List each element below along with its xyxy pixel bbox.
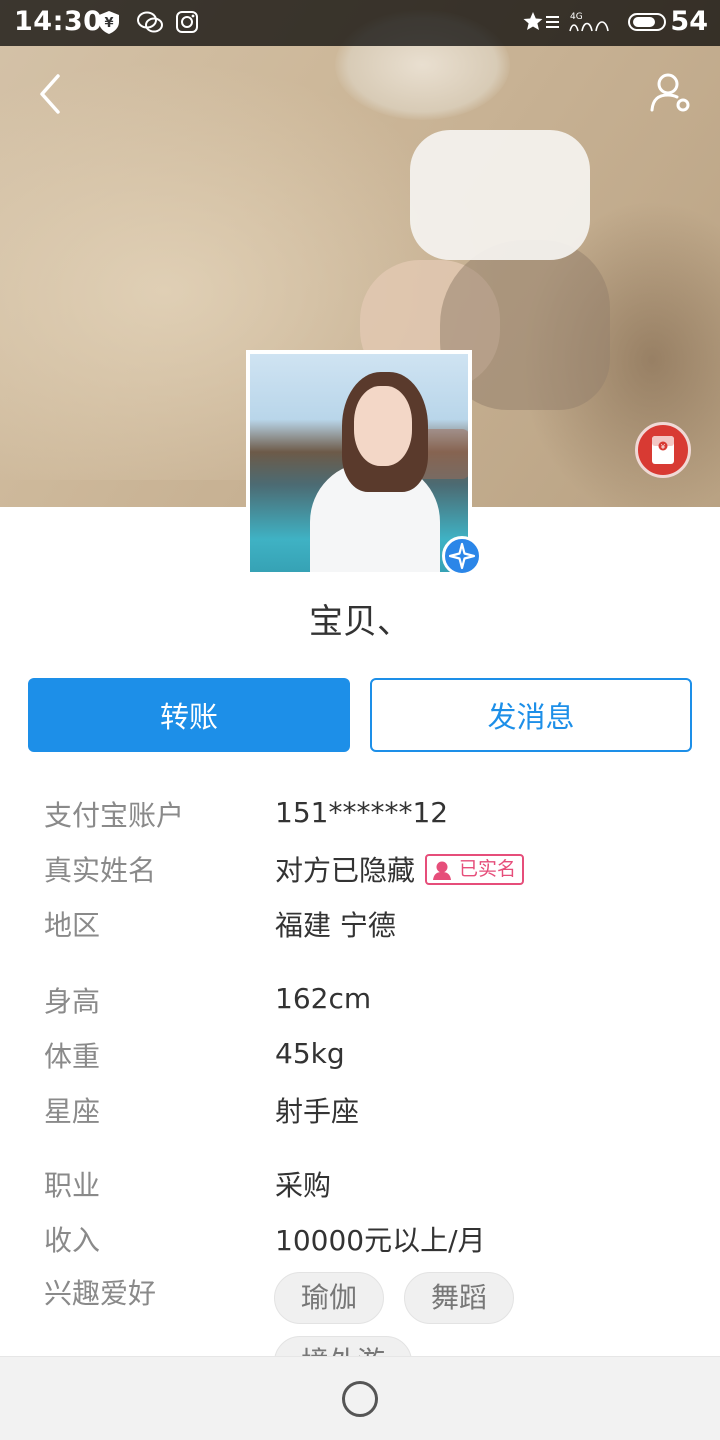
- home-circle-icon[interactable]: [342, 1381, 378, 1417]
- battery-level: 54: [670, 6, 708, 37]
- zodiac-label: 星座: [44, 1095, 101, 1128]
- back-button[interactable]: [30, 66, 70, 122]
- job-value: 采购: [275, 1169, 332, 1202]
- realname-badge: 已实名: [425, 854, 525, 885]
- instagram-icon: [174, 9, 200, 35]
- height-label: 身高: [44, 985, 101, 1018]
- send-message-button[interactable]: 发消息: [370, 678, 692, 752]
- region-value: 福建 宁德: [275, 909, 396, 942]
- status-time: 14:30: [14, 6, 103, 37]
- signal-4g-icon: 4G: [566, 9, 612, 35]
- profile-name: 宝贝、: [309, 602, 411, 642]
- hobby-chip[interactable]: 舞蹈: [404, 1272, 515, 1324]
- job-label: 职业: [44, 1169, 101, 1202]
- transfer-button[interactable]: 转账: [28, 678, 350, 752]
- red-packet-button[interactable]: ¥: [635, 422, 691, 478]
- star-notification-icon: [522, 9, 562, 35]
- red-packet-icon: ¥: [652, 436, 674, 464]
- region-label: 地区: [44, 909, 101, 942]
- realname-badge-text: 已实名: [459, 858, 517, 880]
- height-value: 162cm: [275, 982, 372, 1015]
- profile-screen: 14:30 ¥ 4G 54 ¥ 宝贝、 转账 发消息 支付宝账户 151****…: [0, 0, 720, 1440]
- bottom-nav-bar: [0, 1356, 720, 1440]
- svg-text:¥: ¥: [661, 443, 666, 451]
- chevron-left-icon: [40, 74, 60, 114]
- avatar[interactable]: [246, 350, 472, 576]
- wechat-icon: [136, 9, 163, 35]
- avatar-image: [250, 354, 468, 572]
- weight-value: 45kg: [275, 1037, 345, 1070]
- person-icon: [433, 861, 451, 880]
- shield-yen-icon: ¥: [96, 9, 122, 35]
- verified-badge-icon: [442, 536, 482, 576]
- status-bar: 14:30 ¥ 4G 54: [0, 0, 720, 46]
- zodiac-value: 射手座: [275, 1095, 360, 1128]
- svg-text:¥: ¥: [104, 16, 113, 31]
- battery-icon: [628, 13, 666, 31]
- weight-label: 体重: [44, 1040, 101, 1073]
- account-label: 支付宝账户: [44, 799, 185, 832]
- user-settings-icon: [650, 73, 690, 112]
- account-value[interactable]: 151******12: [275, 796, 448, 829]
- hobby-chip[interactable]: 瑜伽: [274, 1272, 385, 1324]
- profile-settings-button[interactable]: [648, 68, 696, 116]
- realname-value: 对方已隐藏: [275, 854, 416, 887]
- income-value: 10000元以上/月: [275, 1224, 486, 1257]
- hobbies-label: 兴趣爱好: [44, 1277, 157, 1310]
- network-label: 4G: [570, 12, 583, 22]
- realname-label: 真实姓名: [44, 854, 157, 887]
- income-label: 收入: [44, 1224, 101, 1257]
